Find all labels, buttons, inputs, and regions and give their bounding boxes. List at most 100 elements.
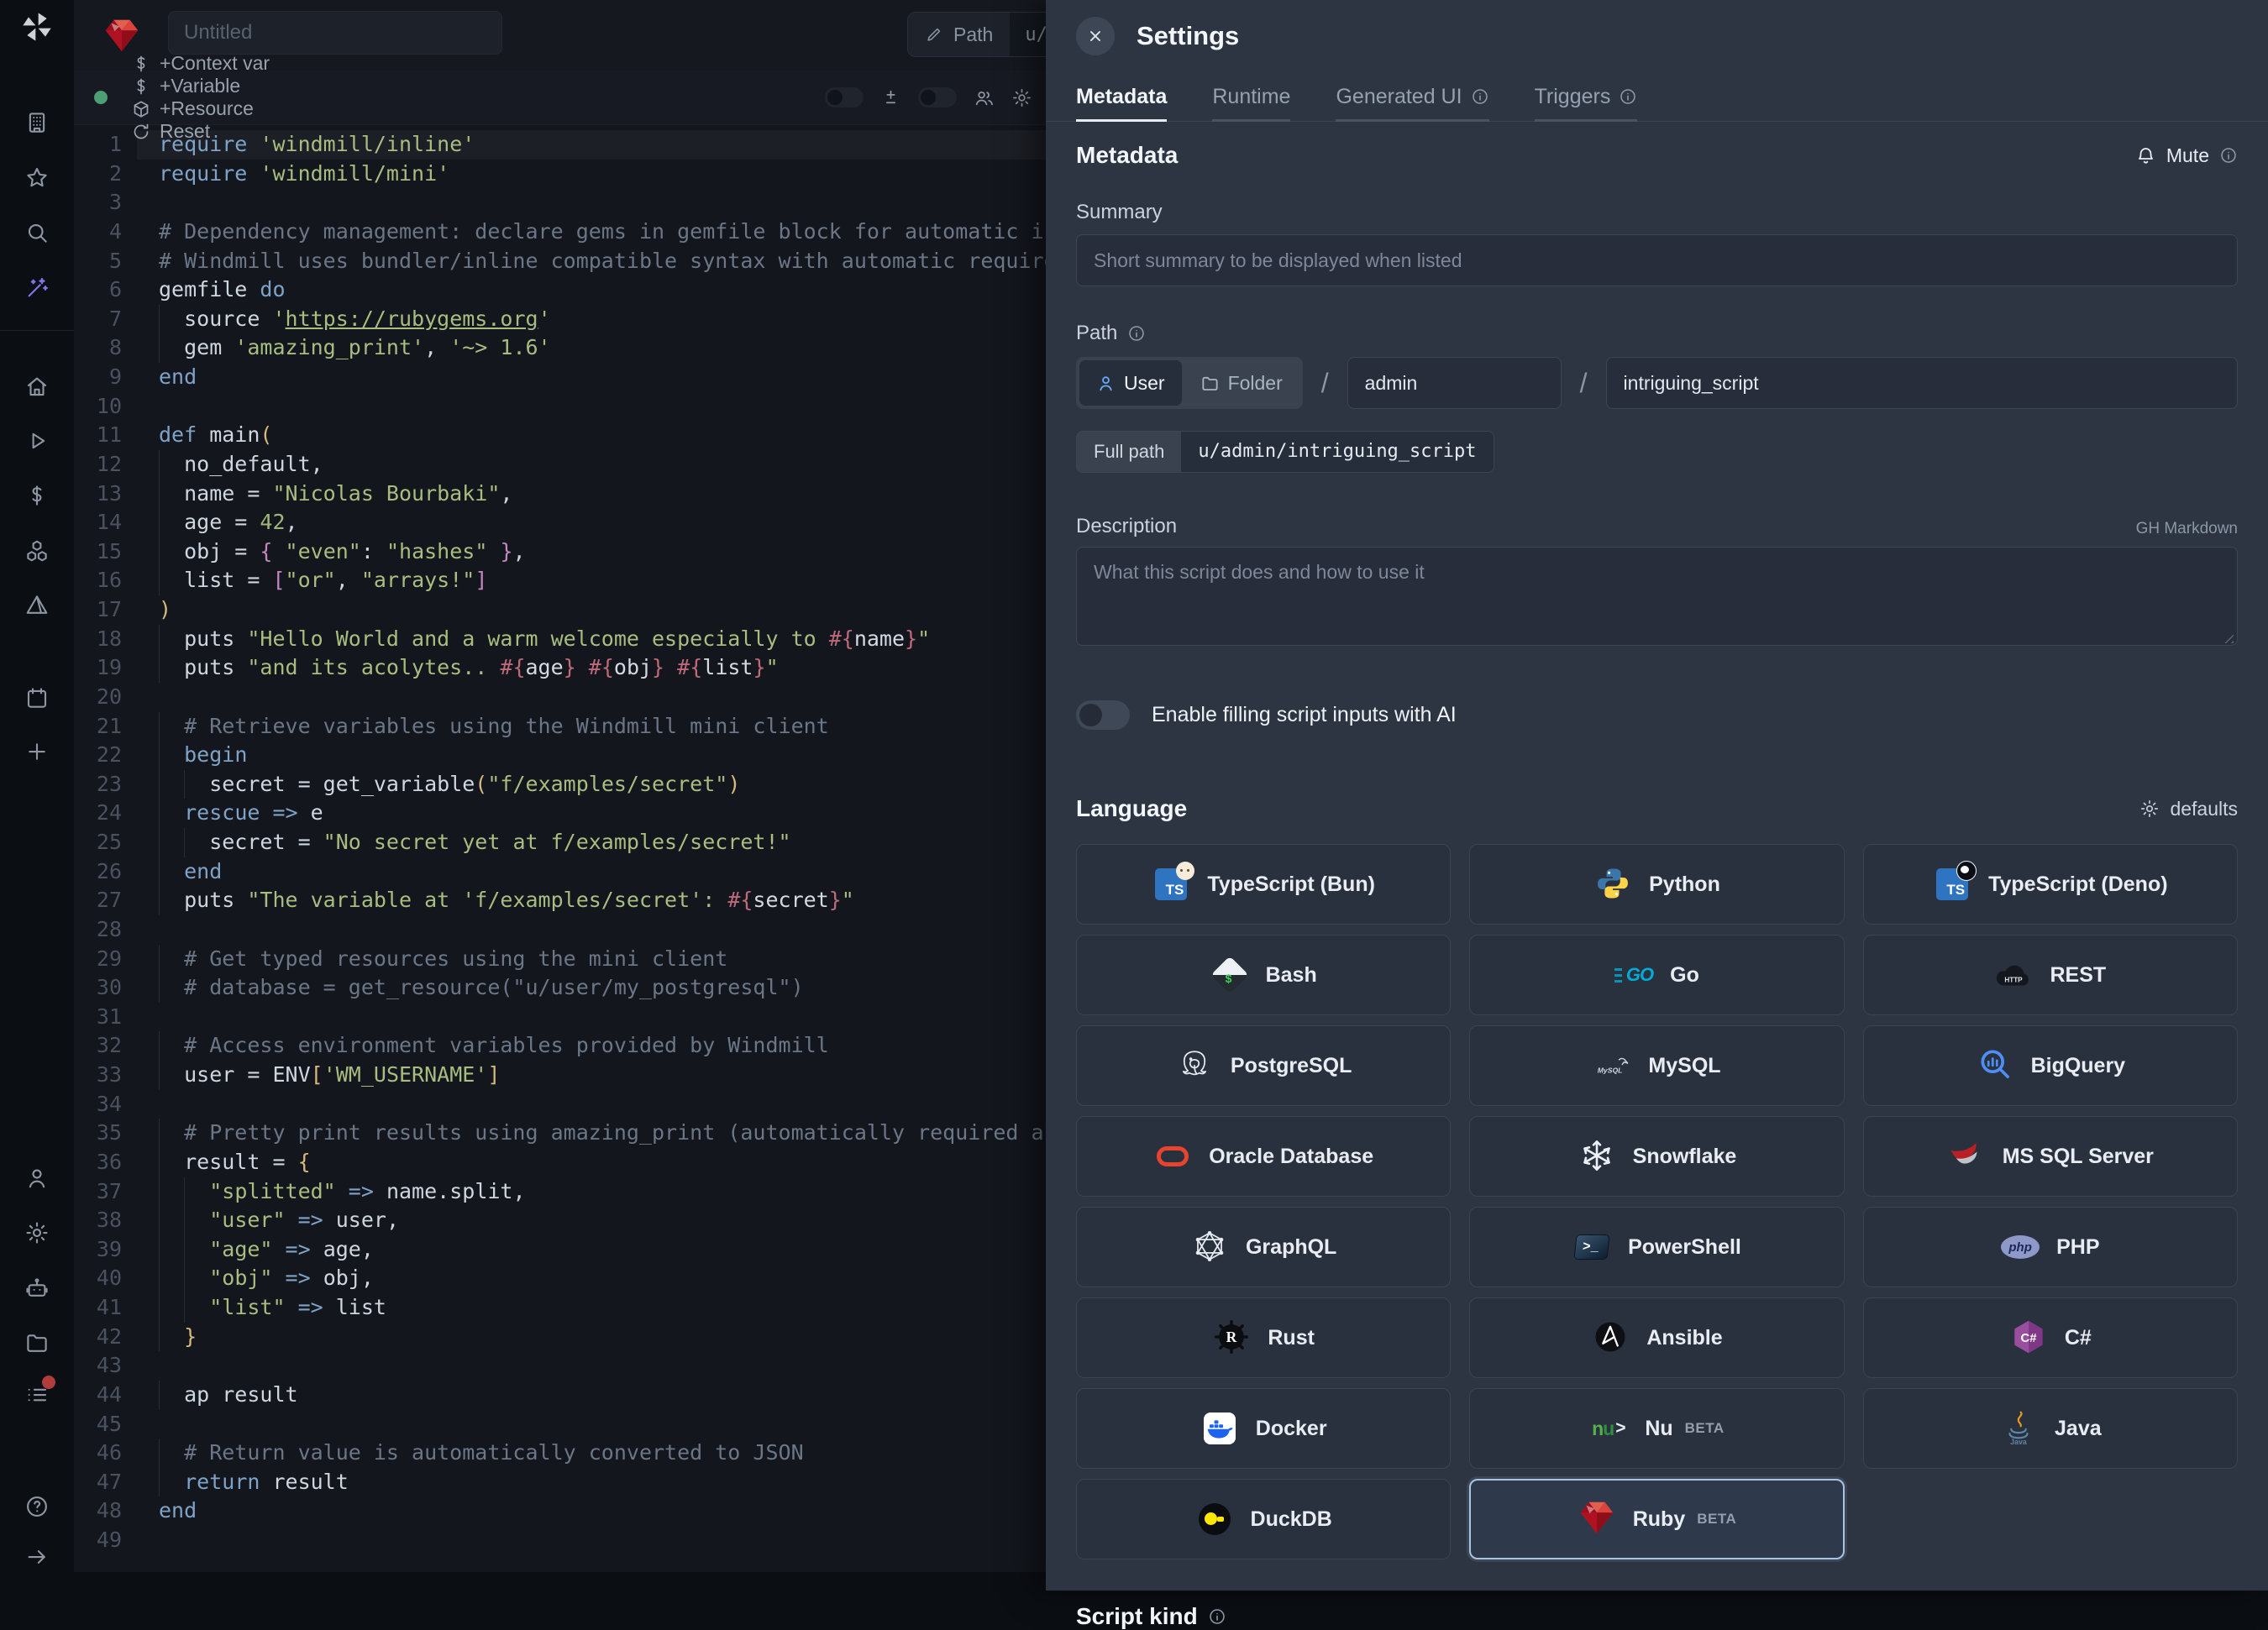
close-button[interactable] <box>1076 17 1115 55</box>
code-line[interactable]: "splitted" => name.split, <box>137 1177 1046 1207</box>
sidebar-item-magic-wand[interactable] <box>24 275 50 301</box>
code-line[interactable]: name = "Nicolas Bourbaki", <box>137 480 1046 509</box>
tab-metadata[interactable]: Metadata <box>1076 72 1167 121</box>
language-card-php[interactable]: phpPHP <box>1863 1207 2238 1287</box>
code-line[interactable]: obj = { "even": "hashes" }, <box>137 537 1046 567</box>
code-line[interactable]: result = { <box>137 1148 1046 1177</box>
info-icon[interactable] <box>1127 324 1146 343</box>
code-line[interactable] <box>137 1090 1046 1119</box>
sidebar-item-cubes[interactable] <box>24 538 50 563</box>
toolbar-button-variable[interactable]: +Variable <box>131 75 240 97</box>
code-line[interactable]: ) <box>137 595 1046 625</box>
sidebar-item-plus[interactable] <box>24 739 50 764</box>
sidebar-item-robot[interactable] <box>24 1276 50 1301</box>
language-card-oracle-database[interactable]: Oracle Database <box>1076 1116 1451 1197</box>
language-card-rust[interactable]: RRust <box>1076 1297 1451 1378</box>
language-card-rest[interactable]: HTTPREST <box>1863 935 2238 1015</box>
code-line[interactable]: # Windmill uses bundler/inline compatibl… <box>137 247 1046 276</box>
sidebar-item-home[interactable] <box>24 374 50 399</box>
code-line[interactable]: secret = "No secret yet at f/examples/se… <box>137 828 1046 857</box>
toolbar-toggle[interactable] <box>825 87 864 107</box>
code-line[interactable]: secret = get_variable("f/examples/secret… <box>137 770 1046 799</box>
sidebar-item-person[interactable] <box>24 1166 50 1191</box>
language-card-bigquery[interactable]: BigQuery <box>1863 1025 2238 1106</box>
language-card-ms-sql-server[interactable]: MS SQL Server <box>1863 1116 2238 1197</box>
sidebar-item-gear[interactable] <box>24 1220 50 1245</box>
info-icon[interactable] <box>1208 1607 1226 1626</box>
language-card-ruby[interactable]: RubyBETA <box>1469 1479 1844 1559</box>
code-line[interactable]: # Access environment variables provided … <box>137 1031 1046 1061</box>
code-line[interactable]: return result <box>137 1468 1046 1497</box>
code-line[interactable]: # Get typed resources using the mini cli… <box>137 945 1046 974</box>
sidebar-item-building[interactable] <box>24 110 50 135</box>
code-line[interactable]: rescue => e <box>137 799 1046 828</box>
code-line[interactable] <box>137 915 1046 945</box>
code-line[interactable]: puts "and its acolytes.. #{age} #{obj} #… <box>137 653 1046 683</box>
code-line[interactable]: "list" => list <box>137 1293 1046 1323</box>
language-card-powershell[interactable]: >_PowerShell <box>1469 1207 1844 1287</box>
tab-triggers[interactable]: Triggers <box>1535 72 1638 121</box>
code-line[interactable]: # Retrieve variables using the Windmill … <box>137 712 1046 742</box>
code-line[interactable]: "obj" => obj, <box>137 1264 1046 1293</box>
owner-kind-user[interactable]: User <box>1079 360 1182 406</box>
gear-icon[interactable] <box>1011 87 1032 108</box>
code-line[interactable]: # Pretty print results using amazing_pri… <box>137 1119 1046 1148</box>
path-chip[interactable]: Path u/a <box>907 12 1046 57</box>
language-card-ansible[interactable]: Ansible <box>1469 1297 1844 1378</box>
code-line[interactable]: gemfile do <box>137 275 1046 305</box>
sidebar-item-folder[interactable] <box>24 1330 50 1355</box>
tab-runtime[interactable]: Runtime <box>1212 72 1290 121</box>
code-line[interactable]: age = 42, <box>137 508 1046 537</box>
toolbar-button-resource[interactable]: +Resource <box>131 97 254 120</box>
code-line[interactable]: } <box>137 1323 1046 1352</box>
sidebar-item-dollar[interactable] <box>24 483 50 508</box>
code-line[interactable]: list = ["or", "arrays!"] <box>137 566 1046 595</box>
sidebar-item-search[interactable] <box>24 220 50 245</box>
code-line[interactable]: ap result <box>137 1381 1046 1410</box>
sidebar-item-calendar[interactable] <box>24 685 50 710</box>
code-line[interactable] <box>137 1410 1046 1439</box>
language-card-nu[interactable]: nu>NuBETA <box>1469 1388 1844 1469</box>
owner-kind-folder[interactable]: Folder <box>1184 360 1299 406</box>
sidebar-item-star[interactable] <box>24 165 50 191</box>
sidebar-item-arrow-right[interactable] <box>24 1544 50 1570</box>
code-line[interactable]: puts "The variable at 'f/examples/secret… <box>137 886 1046 915</box>
owner-input[interactable] <box>1347 357 1562 409</box>
code-line[interactable]: # database = get_resource("u/user/my_pos… <box>137 973 1046 1003</box>
language-card-typescript-deno-[interactable]: TSTypeScript (Deno) <box>1863 844 2238 925</box>
code-line[interactable]: no_default, <box>137 450 1046 480</box>
script-path-name-input[interactable] <box>1606 357 2238 409</box>
sidebar-item-play[interactable] <box>24 428 50 453</box>
language-card-typescript-bun-[interactable]: TSTypeScript (Bun) <box>1076 844 1451 925</box>
language-card-mysql[interactable]: MySQLMySQL <box>1469 1025 1844 1106</box>
code-line[interactable]: "age" => age, <box>137 1235 1046 1265</box>
code-line[interactable]: puts "Hello World and a warm welcome esp… <box>137 625 1046 654</box>
users-icon[interactable] <box>974 87 995 108</box>
code-line[interactable]: source 'https://rubygems.org' <box>137 305 1046 334</box>
language-card-graphql[interactable]: GraphQL <box>1076 1207 1451 1287</box>
code-line[interactable]: end <box>137 1496 1046 1526</box>
summary-input[interactable] <box>1076 234 2238 286</box>
code-line[interactable] <box>137 188 1046 218</box>
code-line[interactable] <box>137 1351 1046 1381</box>
code-line[interactable]: # Dependency management: declare gems in… <box>137 218 1046 247</box>
code-line[interactable]: end <box>137 857 1046 887</box>
toolbar-button-contextvar[interactable]: +Context var <box>131 52 270 75</box>
code-line[interactable]: def main( <box>137 421 1046 450</box>
windmill-logo[interactable] <box>20 10 54 44</box>
language-card-c-[interactable]: C#C# <box>1863 1297 2238 1378</box>
language-card-snowflake[interactable]: Snowflake <box>1469 1116 1844 1197</box>
info-icon[interactable] <box>2219 146 2238 165</box>
plus-minus-icon[interactable] <box>880 87 901 108</box>
sidebar-item-pyramid[interactable] <box>24 593 50 618</box>
tab-generated-ui[interactable]: Generated UI <box>1336 72 1488 121</box>
code-line[interactable] <box>137 1003 1046 1032</box>
code-line[interactable]: user = ENV['WM_USERNAME'] <box>137 1061 1046 1090</box>
sidebar-item-help[interactable] <box>24 1494 50 1519</box>
code-line[interactable] <box>137 392 1046 422</box>
language-card-python[interactable]: Python <box>1469 844 1844 925</box>
description-textarea[interactable] <box>1076 547 2238 646</box>
code-line[interactable]: require 'windmill/mini' <box>137 160 1046 189</box>
language-card-docker[interactable]: Docker <box>1076 1388 1451 1469</box>
code-line[interactable]: "user" => user, <box>137 1206 1046 1235</box>
